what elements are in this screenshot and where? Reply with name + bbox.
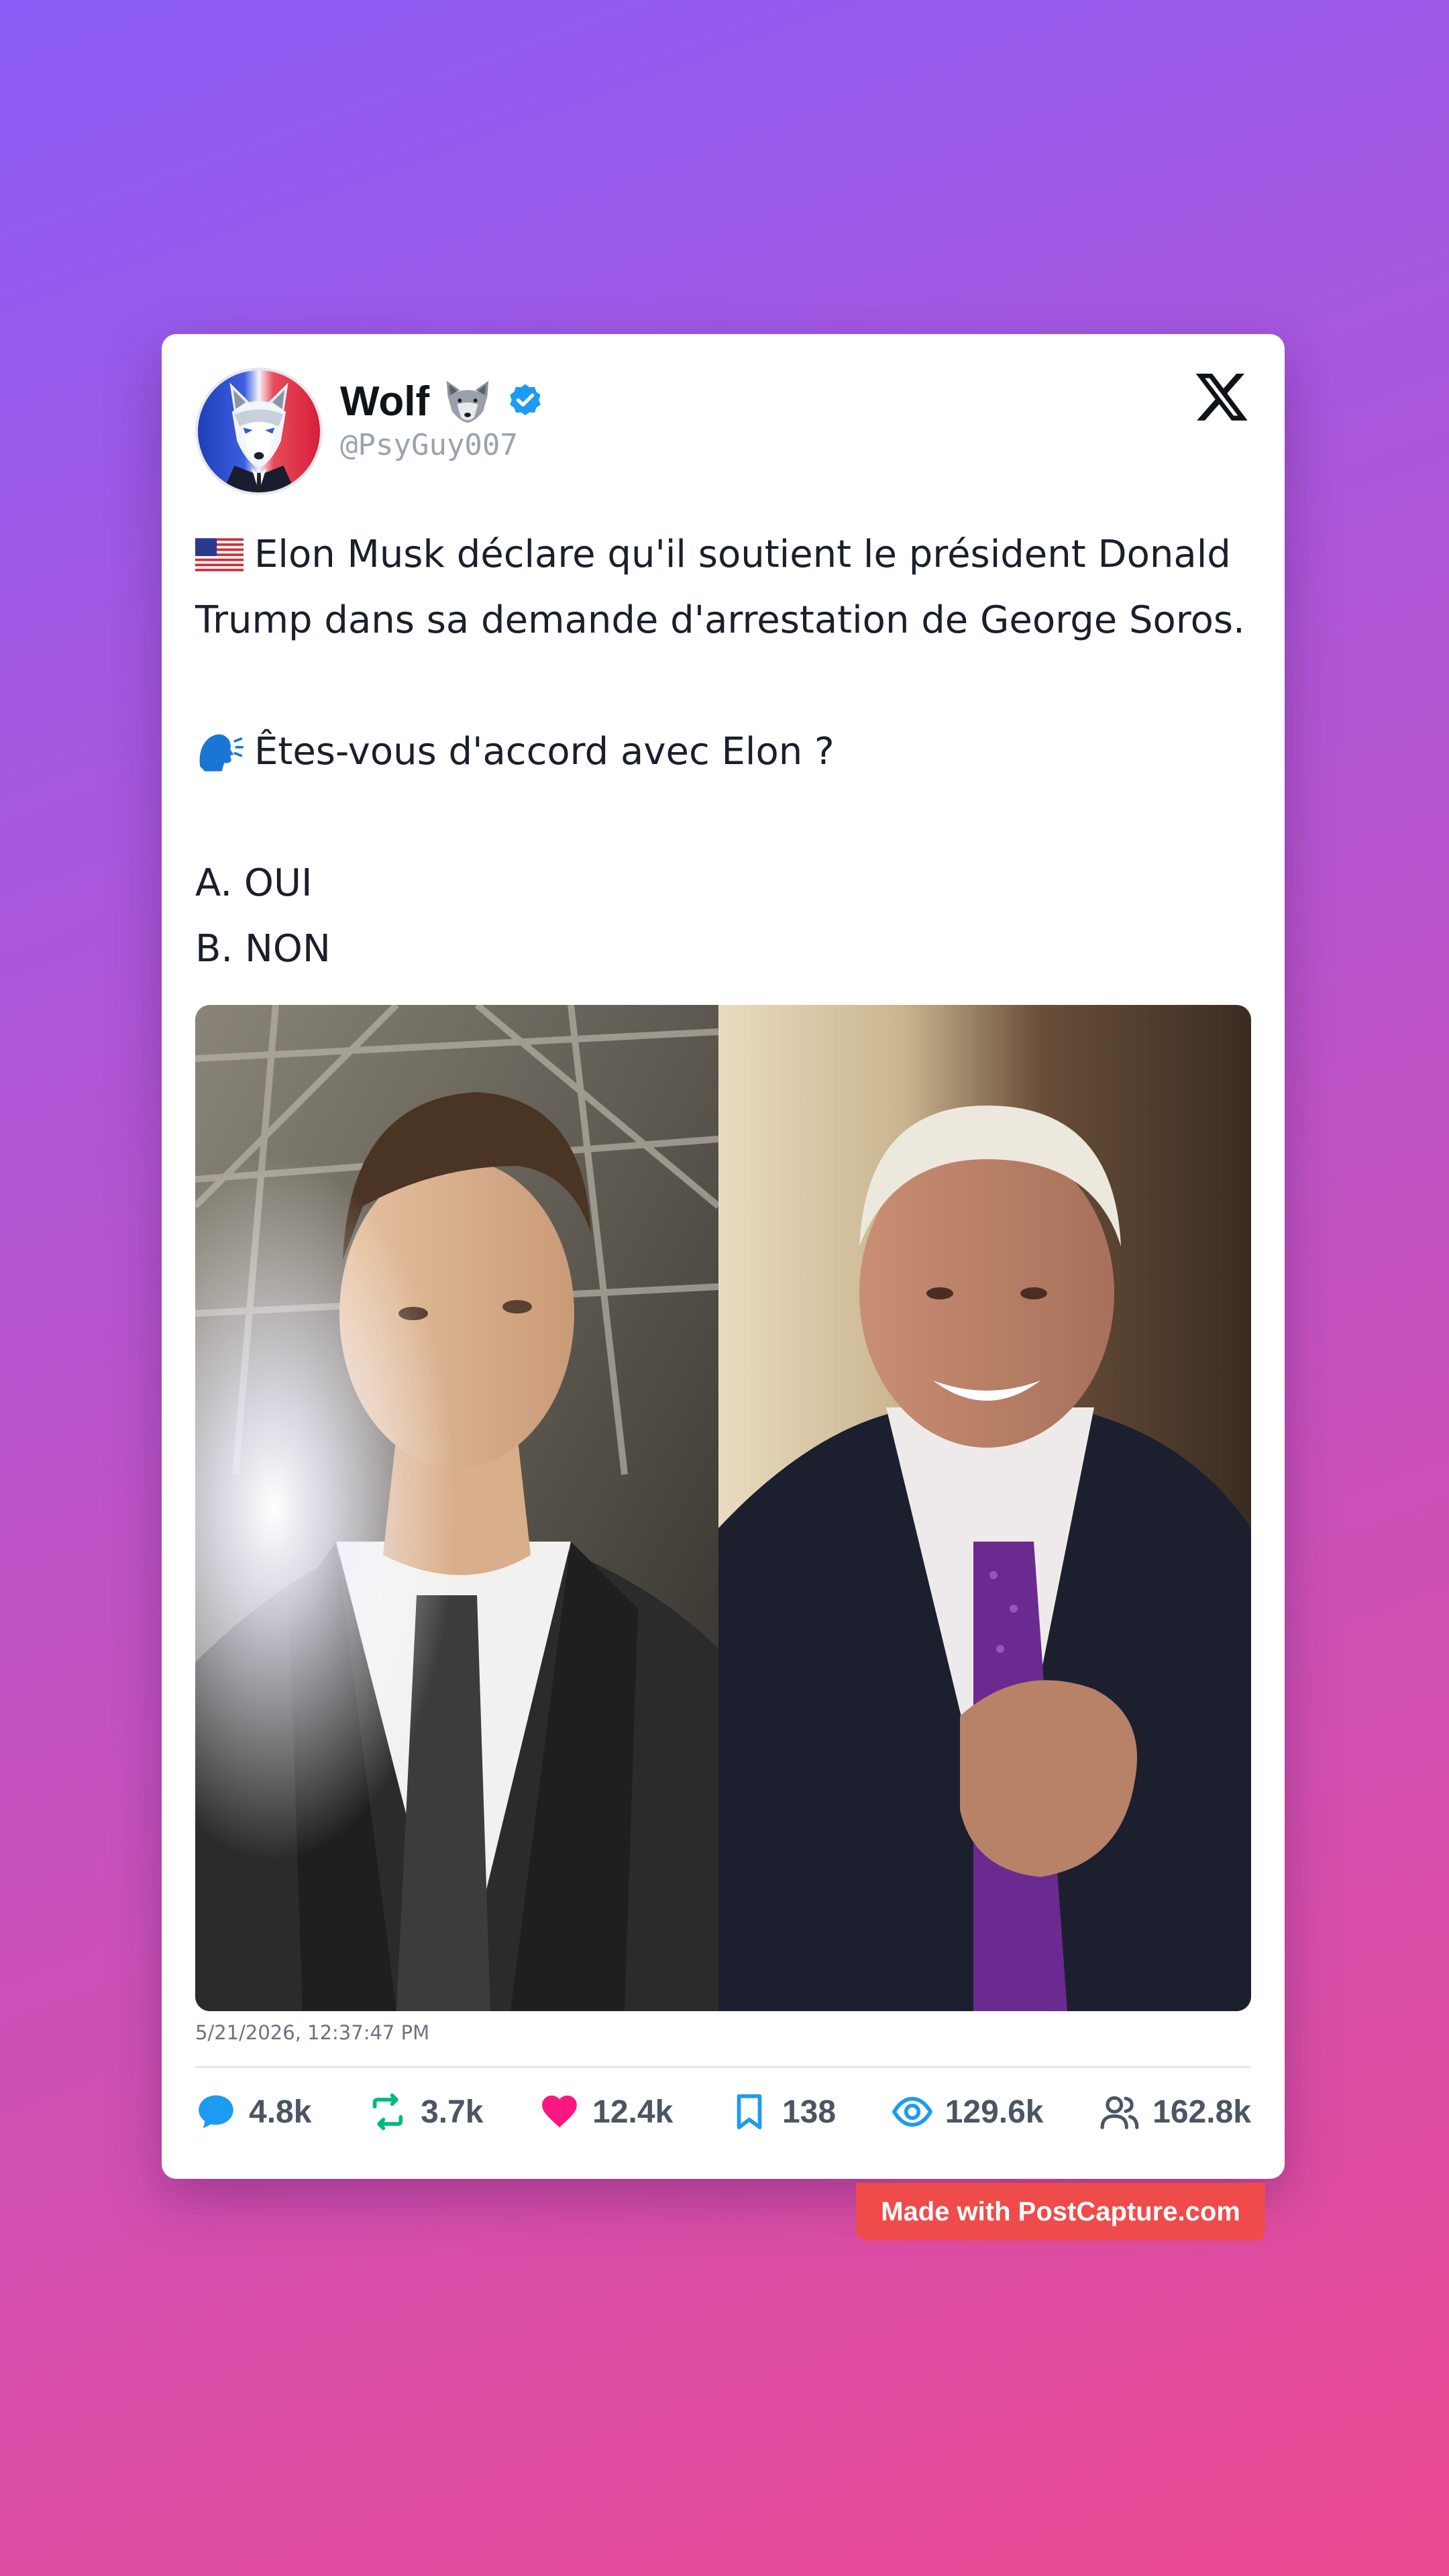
us-flag-icon bbox=[195, 538, 244, 572]
followers-stat[interactable]: 162.8k bbox=[1099, 2091, 1251, 2133]
watermark-badge[interactable]: Made with PostCapture.com bbox=[856, 2183, 1265, 2241]
reply-count: 4.8k bbox=[249, 2094, 312, 2130]
heart-icon bbox=[542, 2095, 577, 2128]
divider bbox=[195, 2066, 1251, 2068]
reply-stat[interactable]: 4.8k bbox=[195, 2091, 311, 2133]
users-icon bbox=[1100, 2096, 1139, 2129]
bookmark-stat[interactable]: 138 bbox=[729, 2091, 836, 2133]
reply-bubble-icon bbox=[199, 2095, 233, 2129]
bookmark-icon bbox=[737, 2094, 762, 2130]
tweet-card: Wolf @PsyGuy007 Elon Musk déclare qu'il … bbox=[162, 334, 1285, 2179]
tweet-line-text: A. OUI bbox=[195, 861, 313, 905]
engagement-stats: 4.8k 3.7k 12.4k 138 129.6k 162.8k bbox=[195, 2085, 1251, 2139]
author-name[interactable]: Wolf bbox=[340, 378, 429, 425]
views-count: 129.6k bbox=[945, 2094, 1044, 2130]
like-count: 12.4k bbox=[592, 2094, 674, 2130]
tweet-line-text: Êtes-vous d'accord avec Elon ? bbox=[254, 730, 835, 773]
eye-icon bbox=[892, 2096, 932, 2127]
speaking-head-icon bbox=[199, 734, 244, 771]
wolf-face-icon bbox=[446, 380, 489, 423]
followers-count: 162.8k bbox=[1152, 2094, 1251, 2130]
tweet-timestamp: 5/21/2026, 12:37:47 PM bbox=[195, 2021, 430, 2044]
x-logo-icon[interactable] bbox=[1193, 368, 1250, 425]
views-stat[interactable]: 129.6k bbox=[892, 2091, 1044, 2133]
verified-badge-icon bbox=[510, 384, 541, 416]
photo-elderly-man-smiling-icon bbox=[718, 1005, 1251, 2011]
repost-icon bbox=[372, 2093, 403, 2131]
tweet-line: Trump dans sa demande d'arrestation de G… bbox=[195, 588, 1251, 653]
repost-stat[interactable]: 3.7k bbox=[367, 2091, 484, 2133]
media-photo-right[interactable] bbox=[718, 1005, 1251, 2011]
tweet-line: Êtes-vous d'accord avec Elon ? bbox=[195, 719, 1251, 785]
tweet-line-text: Elon Musk déclare qu'il soutient le prés… bbox=[254, 533, 1231, 576]
poll-option-a: A. OUI bbox=[195, 851, 1251, 916]
wolf-avatar-icon bbox=[222, 382, 296, 492]
media-photo-left[interactable] bbox=[195, 1005, 718, 2011]
tweet-body: Elon Musk déclare qu'il soutient le prés… bbox=[195, 522, 1251, 982]
tweet-line: Elon Musk déclare qu'il soutient le prés… bbox=[195, 522, 1251, 588]
repost-count: 3.7k bbox=[421, 2094, 484, 2130]
author-avatar[interactable] bbox=[195, 368, 323, 495]
author-handle[interactable]: @PsyGuy007 bbox=[340, 428, 518, 462]
photo-man-in-suit-icon bbox=[195, 1005, 718, 2011]
tweet-line-text: B. NON bbox=[195, 927, 331, 971]
tweet-line-text: Trump dans sa demande d'arrestation de G… bbox=[195, 598, 1245, 642]
bookmark-count: 138 bbox=[782, 2094, 837, 2130]
poll-option-b: B. NON bbox=[195, 916, 1251, 982]
tweet-media[interactable] bbox=[195, 1005, 1251, 2011]
like-stat[interactable]: 12.4k bbox=[539, 2091, 673, 2133]
